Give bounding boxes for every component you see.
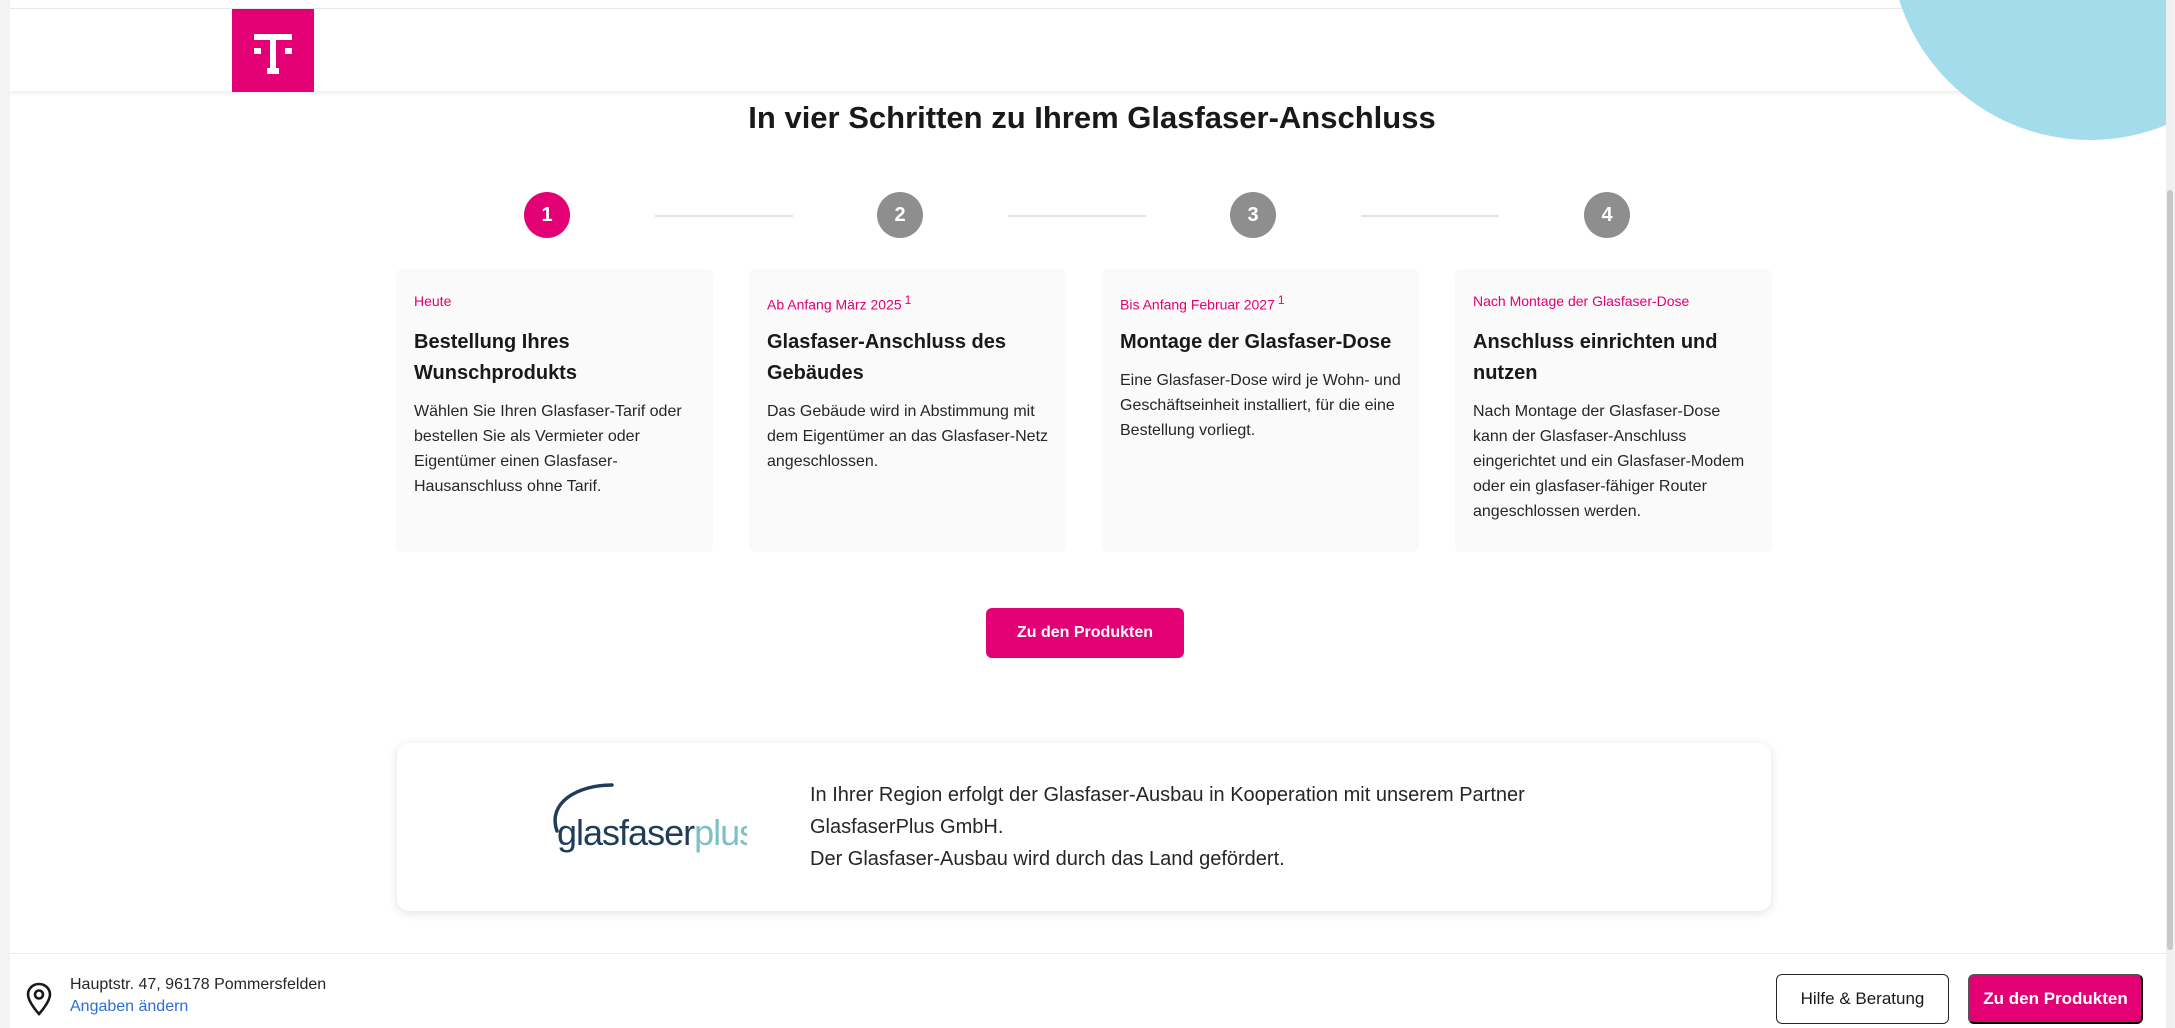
step-connector [1008,215,1146,217]
step-date: Bis Anfang Februar 2027 1 [1120,293,1285,313]
step-date: Heute [414,293,452,309]
partner-description: In Ihrer Region erfolgt der Glasfaser-Au… [810,779,1570,875]
step-card-1: Heute Bestellung Ihres Wunschprodukts Wä… [396,269,713,552]
svg-text:glasfaserplus: glasfaserplus [557,812,747,853]
scrollbar-thumb[interactable] [2167,190,2173,950]
step-4-indicator: 4 [1584,192,1630,238]
step-description: Wählen Sie Ihren Glasfaser-Tarif oder be… [414,403,682,495]
step-date: Nach Montage der Glasfaser-Dose [1473,293,1690,309]
page: In vier Schritten zu Ihrem Glasfaser-Ans… [10,0,2174,1028]
step-title: Glasfaser-Anschluss des Gebäudes [767,331,1006,384]
partner-info-box: glasfaserplus In Ihrer Region erfolgt de… [397,743,1771,911]
step-1-indicator: 1 [524,192,570,238]
bottom-bar: Hauptstr. 47, 96178 Pommersfelden Angabe… [10,953,2174,1028]
logo-word-accent: plus [694,812,747,853]
step-card-2: Ab Anfang März 2025 1 Glasfaser-Anschluss… [749,269,1066,552]
step-title: Bestellung Ihres Wunschprodukts [414,331,577,384]
address-text: Hauptstr. 47, 96178 Pommersfelden [70,976,327,993]
step-2-indicator: 2 [877,192,923,238]
header-bar [10,8,2174,92]
step-card-3: Bis Anfang Februar 2027 1 Montage der Gla… [1102,269,1419,552]
partner-text-line: In Ihrer Region erfolgt der Glasfaser-Au… [810,784,1525,838]
step-date: Ab Anfang März 2025 1 [767,293,912,313]
page-title: In vier Schritten zu Ihrem Glasfaser-Ans… [748,100,1436,135]
footnote-marker[interactable]: 1 [1278,293,1285,307]
telekom-t-icon [254,33,292,74]
step-description: Nach Montage der Glasfaser-Dose kann der… [1473,403,1745,520]
to-products-button[interactable]: Zu den Produkten [986,608,1184,658]
footnote-marker[interactable]: 1 [905,293,912,307]
step-description: Eine Glasfaser-Dose wird je Wohn- und Ge… [1120,372,1401,439]
help-button[interactable]: Hilfe & Beratung [1776,974,1949,1024]
step-title: Anschluss einrichten und nutzen [1473,331,1718,384]
telekom-logo[interactable] [232,9,314,92]
change-address-link[interactable]: Angaben ändern [70,998,188,1016]
step-description: Das Gebäude wird in Abstimmung mit dem E… [767,403,1049,470]
step-title: Montage der Glasfaser-Dose [1120,331,1392,353]
bottom-to-products-button[interactable]: Zu den Produkten [1968,974,2143,1024]
partner-text-line: Der Glasfaser-Ausbau wird durch das Land… [810,848,1285,870]
step-3-indicator: 3 [1230,192,1276,238]
location-pin-icon [26,982,52,1016]
step-card-4: Nach Montage der Glasfaser-Dose Anschlus… [1455,269,1772,552]
logo-word-main: glasfaser [557,812,695,853]
scrollbar-track[interactable] [2166,0,2174,1028]
step-connector [1361,215,1499,217]
step-connector [655,215,793,217]
glasfaserplus-logo: glasfaserplus [553,783,747,853]
